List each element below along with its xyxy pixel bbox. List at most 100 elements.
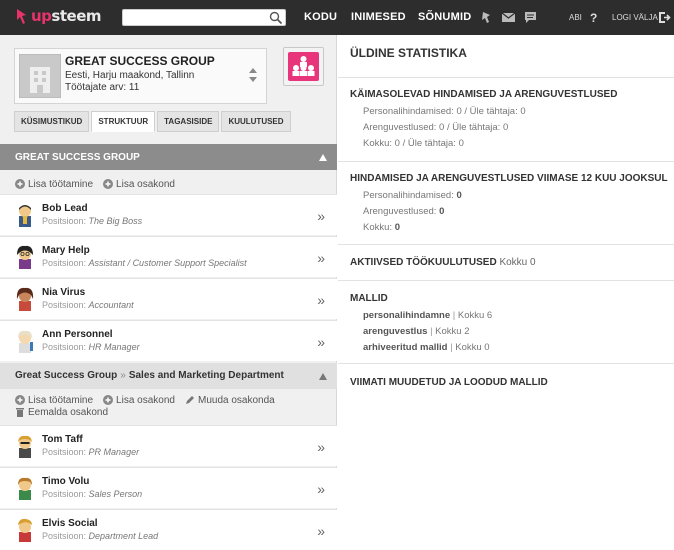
list-item[interactable]: Mary Help Positsioon: Assistant / Custom… xyxy=(0,236,337,277)
group-actions: Lisa töötamine Lisa osakond xyxy=(15,178,325,190)
section-heading: MALLID xyxy=(350,293,388,304)
chevron-right-icon[interactable]: » xyxy=(317,250,325,266)
department-actions: Lisa töötamine Lisa osakond Muuda osakon… xyxy=(15,394,325,418)
position-label: Positsioon: xyxy=(42,300,87,310)
template-name[interactable]: arhiveeritud mallid xyxy=(363,342,447,353)
list-item[interactable]: Bob Lead Positsioon: The Big Boss » xyxy=(0,194,337,235)
avatar xyxy=(14,245,36,269)
department-header[interactable]: Great Success Group» Sales and Marketing … xyxy=(0,363,337,389)
plus-circle-icon xyxy=(103,179,114,189)
collapse-icon[interactable] xyxy=(319,372,327,380)
position-value: The Big Boss xyxy=(88,216,143,226)
tab-structure[interactable]: STRUKTUUR xyxy=(91,111,156,132)
chevron-right-icon[interactable]: » xyxy=(317,292,325,308)
edit-department-button[interactable]: Muuda osakonda xyxy=(185,394,275,406)
job-ads-count: Kokku 0 xyxy=(499,257,536,268)
avatar xyxy=(14,203,36,227)
add-department-button[interactable]: Lisa osakond xyxy=(103,394,175,406)
breadcrumb-company[interactable]: Great Success Group xyxy=(15,370,117,381)
position-value: PR Manager xyxy=(88,447,140,457)
search-box xyxy=(122,9,286,26)
list-item[interactable]: Ann Personnel Positsioon: HR Manager » xyxy=(0,320,337,361)
help-link[interactable]: ABI xyxy=(569,13,582,22)
stat-value: 0 xyxy=(439,206,445,217)
chevron-right-icon[interactable]: » xyxy=(317,523,325,539)
company-employee-count: Töötajate arv: 11 xyxy=(65,82,140,93)
org-chart-button[interactable] xyxy=(283,47,324,86)
list-item[interactable]: Nia Virus Positsioon: Accountant » xyxy=(0,278,337,319)
stat-label: Personalihindamised: xyxy=(363,190,454,201)
stat-line: Arenguvestlused: 0 xyxy=(363,206,444,217)
company-name: GREAT SUCCESS GROUP xyxy=(65,54,215,68)
add-employment-label: Lisa töötamine xyxy=(28,394,94,406)
pin-icon[interactable] xyxy=(479,10,494,25)
sort-updown-icon[interactable] xyxy=(248,66,258,84)
position-label: Positsioon: xyxy=(42,216,87,226)
logo[interactable]: upsteem xyxy=(14,7,101,25)
search-input[interactable] xyxy=(123,10,263,25)
section-heading[interactable]: AKTIIVSED TÖÖKUULUTUSED xyxy=(350,257,497,268)
position-value: Department Lead xyxy=(88,531,159,541)
top-bar: upsteem KODU INIMESED SÕNUMID ABI ? LOGI… xyxy=(0,0,674,35)
avatar xyxy=(14,476,36,500)
nav-home[interactable]: KODU xyxy=(304,11,337,23)
person-name: Tom Taff xyxy=(42,434,83,445)
tab-questionnaires[interactable]: KÜSIMUSTIKUD xyxy=(14,111,90,132)
company-location: Eesti, Harju maakond, Tallinn xyxy=(65,70,195,81)
group-header[interactable]: GREAT SUCCESS GROUP xyxy=(0,144,337,170)
list-item[interactable]: Timo Volu Positsioon: Sales Person » xyxy=(0,467,337,508)
person-name: Timo Volu xyxy=(42,476,90,487)
remove-department-label: Eemalda osakond xyxy=(28,406,109,418)
template-item[interactable]: arhiveeritud mallid | Kokku 0 xyxy=(363,342,490,353)
list-item[interactable]: Elvis Social Positsioon: Department Lead… xyxy=(0,509,337,550)
tab-feedback[interactable]: TAGASISIDE xyxy=(157,111,220,132)
job-ads-section: AKTIIVSED TÖÖKUULUTUSED Kokku 0 xyxy=(338,244,674,280)
add-employment-button[interactable]: Lisa töötamine xyxy=(15,178,93,190)
avatar xyxy=(14,518,36,542)
chevron-right-icon[interactable]: » xyxy=(317,334,325,350)
ongoing-section: KÄIMASOLEVAD HINDAMISED JA ARENGUVESTLUS… xyxy=(338,77,674,161)
pencil-icon xyxy=(185,395,195,405)
logout-icon[interactable] xyxy=(657,10,672,25)
plus-circle-icon xyxy=(15,395,25,405)
edit-department-label: Muuda osakonda xyxy=(197,394,275,406)
chevron-right-icon[interactable]: » xyxy=(317,439,325,455)
stat-line: Personalihindamised: 0 xyxy=(363,190,462,201)
trash-icon xyxy=(15,407,25,417)
position-value: Accountant xyxy=(88,300,134,310)
chat-icon[interactable] xyxy=(523,10,538,25)
stat-line: Arenguvestlused: 0 / Üle tähtaja: 0 xyxy=(363,122,509,133)
group-title: GREAT SUCCESS GROUP xyxy=(15,152,140,163)
template-item[interactable]: arenguvestlus | Kokku 2 xyxy=(363,326,470,337)
list-item[interactable]: Tom Taff Positsioon: PR Manager » xyxy=(0,425,337,466)
logout-link[interactable]: LOGI VÄLJA xyxy=(612,13,658,22)
nav-messages[interactable]: SÕNUMID xyxy=(418,11,471,23)
position-label: Positsioon: xyxy=(42,342,87,352)
tab-job-ads[interactable]: KUULUTUSED xyxy=(221,111,291,132)
stat-label: Kokku: xyxy=(363,222,393,233)
stat-value: 0 xyxy=(456,190,462,201)
stat-value: 0 xyxy=(394,222,400,233)
mail-icon[interactable] xyxy=(501,10,516,25)
statistics-panel: ÜLDINE STATISTIKA KÄIMASOLEVAD HINDAMISE… xyxy=(338,35,674,550)
section-heading: HINDAMISED JA ARENGUVESTLUSED VIIMASE 12… xyxy=(350,173,668,184)
add-employment-button[interactable]: Lisa töötamine xyxy=(15,394,93,406)
collapse-icon[interactable] xyxy=(319,153,327,161)
tab-bar: KÜSIMUSTIKUD STRUKTUUR TAGASISIDE KUULUT… xyxy=(14,111,293,132)
section-heading: KÄIMASOLEVAD HINDAMISED JA ARENGUVESTLUS… xyxy=(350,89,618,100)
template-name[interactable]: personalihindamne xyxy=(363,310,450,321)
template-count: Kokku 0 xyxy=(455,342,490,353)
nav-people[interactable]: INIMESED xyxy=(351,11,406,23)
chevron-right-icon[interactable]: » xyxy=(317,481,325,497)
remove-department-button[interactable]: Eemalda osakond xyxy=(15,406,108,418)
avatar xyxy=(14,434,36,458)
add-department-label: Lisa osakond xyxy=(116,178,175,190)
search-icon[interactable] xyxy=(269,11,283,25)
template-name[interactable]: arenguvestlus xyxy=(363,326,427,337)
template-item[interactable]: personalihindamne | Kokku 6 xyxy=(363,310,492,321)
person-name: Ann Personnel xyxy=(42,329,113,340)
chevron-right-icon[interactable]: » xyxy=(317,208,325,224)
company-selector[interactable]: GREAT SUCCESS GROUP Eesti, Harju maakond… xyxy=(14,48,267,104)
add-department-button[interactable]: Lisa osakond xyxy=(103,178,175,190)
question-icon[interactable]: ? xyxy=(590,11,597,26)
